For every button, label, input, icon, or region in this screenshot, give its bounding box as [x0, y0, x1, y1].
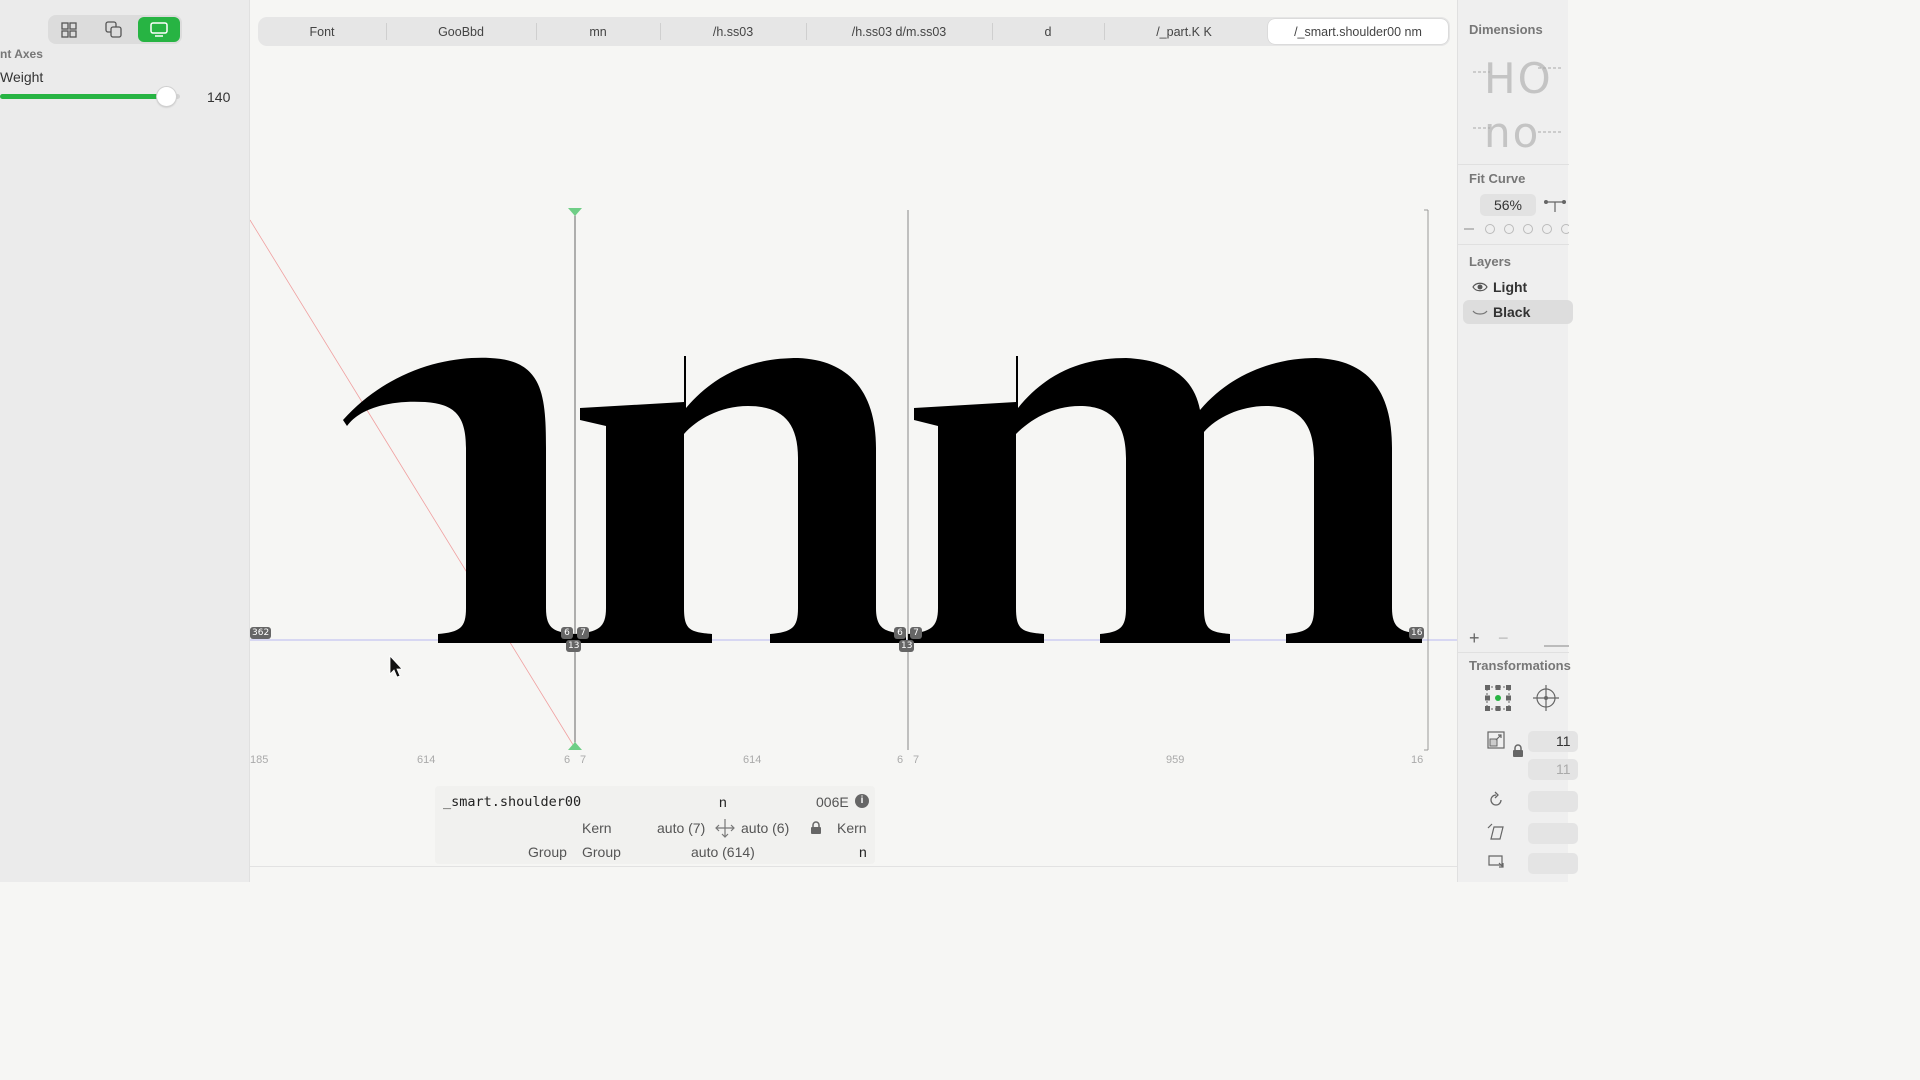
curve-handles-icon[interactable] — [1542, 196, 1569, 216]
weight-axis-label: Weight — [0, 69, 44, 85]
layer-name-black: Black — [1493, 304, 1531, 320]
tab-bar: Font GooBbd mn /h.ss03 /h.ss03 d/m.ss03 … — [258, 17, 1450, 46]
kern-right-value[interactable]: auto (6) — [741, 820, 789, 836]
fit-curve-value-field[interactable]: 56% — [1480, 194, 1536, 216]
slant-field[interactable] — [1528, 823, 1578, 844]
weight-slider-track[interactable] — [0, 94, 180, 99]
sidebearing-badge: 6 — [561, 627, 573, 639]
anchor-marker-bottom[interactable] — [568, 742, 582, 750]
dimensions-title: Dimensions — [1469, 22, 1543, 37]
width-value-field[interactable]: auto (614) — [691, 844, 755, 860]
sidebearing-badge: 7 — [910, 627, 922, 639]
layer-options-indicator — [1544, 645, 1569, 647]
group-left-field[interactable]: Group — [582, 844, 621, 860]
metric-value: 614 — [743, 754, 762, 766]
weight-slider-fill — [0, 94, 166, 99]
font-axes-title: nt Axes — [0, 47, 43, 61]
group-left-label: Group — [528, 844, 567, 860]
metric-value: 614 — [417, 754, 436, 766]
sidebearing-badge: 16 — [1409, 627, 1425, 639]
group-right-field[interactable]: n — [859, 844, 867, 860]
kerning-icon[interactable] — [714, 817, 736, 839]
glyph-smart-shoulder[interactable] — [343, 357, 575, 643]
slant-icon[interactable] — [1487, 823, 1505, 841]
kern-badge: 13 — [566, 640, 582, 652]
transformations-title: Transformations — [1469, 658, 1571, 673]
unicode-field[interactable]: 006E — [816, 794, 849, 810]
sidebearing-badge: 7 — [577, 627, 589, 639]
metric-value: 959 — [1166, 754, 1185, 766]
panel-divider — [1458, 164, 1569, 165]
tab-d[interactable]: d — [992, 17, 1104, 46]
metric-value: 7 — [580, 754, 587, 766]
layer-name-light: Light — [1493, 279, 1528, 295]
sidebearing-badge: 6 — [894, 627, 906, 639]
eye-icon[interactable] — [1472, 281, 1488, 293]
rotate-icon[interactable] — [1487, 791, 1505, 809]
info-icon[interactable]: i — [855, 794, 869, 808]
proportional-lock-icon[interactable] — [1512, 744, 1524, 758]
grid-icon — [61, 21, 77, 38]
view-mode-segmented-control — [48, 15, 182, 44]
glyph-char-field[interactable]: n — [719, 794, 727, 810]
layers-title: Layers — [1469, 254, 1511, 269]
metric-value: 7 — [913, 754, 920, 766]
metric-value: 16 — [1411, 754, 1424, 766]
anchor-marker-top[interactable] — [568, 208, 582, 216]
transform-origin-grid-icon[interactable] — [1484, 684, 1512, 712]
weight-axis-value[interactable]: 140 — [207, 89, 230, 105]
skew-field[interactable] — [1528, 853, 1578, 874]
preview-view-button[interactable] — [138, 17, 180, 42]
layer-row-light[interactable]: Light — [1463, 275, 1573, 299]
tab-h-ss03[interactable]: /h.ss03 — [660, 17, 806, 46]
glyph-name-field[interactable]: _smart.shoulder00 — [443, 794, 581, 810]
glyph-info-box: _smart.shoulder00 n 006E i Kern auto (7)… — [435, 786, 875, 864]
canvas-bottom-divider — [250, 866, 1457, 867]
overlap-squares-icon — [104, 21, 122, 38]
remove-layer-button[interactable]: − — [1498, 628, 1509, 649]
kern-left-value[interactable]: auto (7) — [657, 820, 705, 836]
scale-width-field[interactable]: 11 — [1528, 731, 1578, 752]
skew-icon[interactable] — [1487, 853, 1507, 871]
tab-mn[interactable]: mn — [536, 17, 660, 46]
panel-divider — [1458, 652, 1569, 653]
left-sidebar: nt Axes Weight 140 — [0, 0, 250, 882]
scale-icon[interactable] — [1487, 731, 1505, 749]
dimension-markers — [1473, 67, 1563, 133]
crosshair-icon[interactable] — [1532, 684, 1560, 712]
grid-view-button[interactable] — [48, 17, 90, 42]
kern-badge: 13 — [899, 640, 915, 652]
left-metric-badge: 362 — [250, 627, 272, 639]
kern-left-label: Kern — [582, 820, 612, 836]
tab-part-k[interactable]: /_part.K K — [1104, 17, 1264, 46]
metric-value: 6 — [564, 754, 571, 766]
metric-value: 185 — [250, 754, 269, 766]
fit-curve-presets[interactable] — [1462, 222, 1569, 236]
rotate-field[interactable] — [1528, 791, 1578, 812]
scale-height-field[interactable]: 11 — [1528, 759, 1578, 780]
lock-icon[interactable] — [810, 821, 822, 835]
panel-divider — [1458, 244, 1569, 245]
eye-closed-icon[interactable] — [1472, 306, 1488, 318]
glyph-n[interactable] — [575, 356, 906, 643]
layer-row-black[interactable]: Black — [1463, 300, 1573, 324]
edit-canvas[interactable]: 362 6 7 13 6 7 13 16 185 614 6 7 614 6 7… — [250, 48, 1458, 882]
weight-slider-knob[interactable] — [156, 87, 176, 106]
tab-h-ss03-d-m-ss03[interactable]: /h.ss03 d/m.ss03 — [806, 17, 992, 46]
right-inspector-panel: Dimensions HO no Fit Curve 56% Layers Li… — [1457, 0, 1578, 882]
add-layer-button[interactable]: + — [1469, 628, 1480, 649]
tab-goobbd[interactable]: GooBbd — [386, 17, 536, 46]
fit-curve-title: Fit Curve — [1469, 171, 1526, 186]
tab-smart-shoulder-nm[interactable]: /_smart.shoulder00 nm — [1268, 19, 1448, 44]
glyphs-editor-window: nt Axes Weight 140 Font GooBbd mn /h.ss0… — [0, 0, 1578, 882]
components-view-button[interactable] — [92, 17, 134, 42]
kern-right-label: Kern — [837, 820, 867, 836]
mouse-cursor-icon — [389, 654, 403, 678]
metric-value: 6 — [897, 754, 904, 766]
tab-font[interactable]: Font — [258, 17, 386, 46]
monitor-icon — [150, 21, 168, 37]
glyph-m[interactable] — [908, 356, 1422, 643]
